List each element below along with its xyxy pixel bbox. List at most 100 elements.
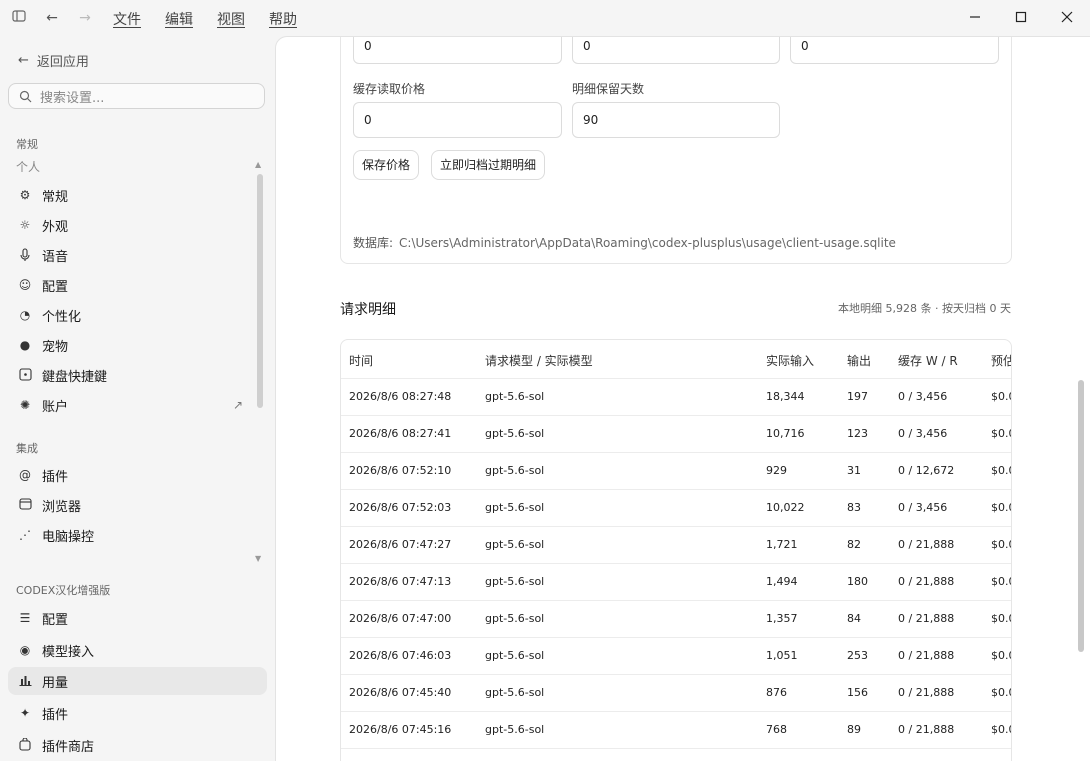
sidebar-item-plugins[interactable]: @ 插件 [8,461,267,489]
row-divider [341,378,1011,379]
cell-time: 2026/8/6 07:47:00 [349,612,452,625]
sidebar-toggle-icon[interactable] [10,9,28,27]
pet-icon: ● [19,338,31,352]
close-button[interactable] [1057,8,1077,28]
minimize-button[interactable] [965,8,985,28]
sidebar-item-general[interactable]: ⚙ 常规 [8,181,267,209]
sidebar-item-model-access[interactable]: ◉ 模型接入 [8,636,267,664]
scroll-down-icon[interactable]: ▼ [255,554,261,563]
store-icon [18,737,32,752]
sidebar-item-browser[interactable]: 浏览器 [8,491,267,519]
cell-output: 156 [847,686,868,699]
row-divider [341,711,1011,712]
column-header-cache: 缓存 W / R [898,354,958,368]
cell-output: 253 [847,649,868,662]
cell-output: 31 [847,464,861,477]
cell-input: 10,022 [766,501,805,514]
sidebar-item-label: 外观 [42,219,69,235]
cache-read-price-label: 缓存读取价格 [353,82,426,96]
cell-cache: 0 / 21,888 [898,538,955,551]
personalize-icon: ◔ [19,308,31,322]
cell-cache: 0 / 21,888 [898,723,955,736]
cell-model: gpt-5.6-sol [485,427,545,440]
sidebar-item-label: 插件 [42,469,69,485]
menu-view[interactable]: 视图 [217,9,245,29]
cell-model: gpt-5.6-sol [485,649,545,662]
gear-icon: ⚙ [19,188,31,202]
cell-cache: 0 / 21,888 [898,686,955,699]
cell-output: 180 [847,575,868,588]
sidebar-item-appearance[interactable]: ☼ 外观 [8,211,267,239]
back-arrow-icon[interactable]: ← [43,9,61,27]
forward-arrow-icon[interactable]: → [76,9,94,27]
cell-cache: 0 / 3,456 [898,427,948,440]
price-input-3[interactable]: 0 [790,37,999,64]
menu-edit[interactable]: 编辑 [165,9,193,29]
sidebar-item-voice[interactable]: 语音 [8,241,267,269]
sidebar-item-pet[interactable]: ● 宠物 [8,331,267,359]
scroll-up-icon[interactable]: ▲ [255,160,261,169]
sidebar-item-codex-config[interactable]: ☰ 配置 [8,604,267,632]
cell-cache: 0 / 21,888 [898,612,955,625]
cell-time: 2026/8/6 07:45:40 [349,686,452,699]
sidebar-item-plugin-store[interactable]: 插件商店 [8,731,267,759]
title-bar: ← → 文件 编辑 视图 帮助 [0,0,1090,36]
column-header-estimate: 预估 [991,354,1011,368]
cell-model: gpt-5.6-sol [485,686,545,699]
sidebar-item-usage[interactable]: 用量 [8,667,267,695]
settings-sidebar: ← 返回应用 搜索设置... 常规 个人 ▲ ▼ ⚙ 常规 ☼ 外观 语音 ☺ … [0,36,275,761]
back-to-app-link[interactable]: ← 返回应用 [18,51,89,70]
cell-model: gpt-5.6-sol [485,501,545,514]
request-details-meta: 本地明细 5,928 条 · 按天归档 0 天 [838,302,1011,315]
save-price-button[interactable]: 保存价格 [353,150,420,180]
archive-expired-button[interactable]: 立即归档过期明细 [431,150,546,180]
sidebar-item-label: 电脑操控 [42,529,95,545]
settings-search-input[interactable]: 搜索设置... [8,83,265,109]
sidebar-item-codex-plugins[interactable]: ✦ 插件 [8,699,267,727]
sidebar-item-label: 语音 [42,249,69,265]
sidebar-item-label: 账户 [42,399,69,415]
menu-file[interactable]: 文件 [113,9,141,29]
request-details-table: 时间 请求模型 / 实际模型 实际输入 输出 缓存 W / R 预估 2026/… [340,339,1012,761]
sidebar-item-label: 插件商店 [42,739,95,755]
price-input-2[interactable]: 0 [572,37,780,64]
sidebar-item-computer-control[interactable]: ⋰ 电脑操控 [8,521,267,549]
request-details-title: 请求明细 [340,302,396,318]
sidebar-item-keyboard[interactable]: 鍵盘快捷鍵 [8,361,267,389]
row-divider [341,489,1011,490]
maximize-button[interactable] [1011,8,1031,28]
sidebar-item-account[interactable]: ✺ 账户 ↗ [8,391,267,419]
sidebar-item-config[interactable]: ☺ 配置 [8,271,267,299]
cell-model: gpt-5.6-sol [485,723,545,736]
database-path: 数据库: C:\Users\Administrator\AppData\Roami… [353,234,896,251]
column-header-model: 请求模型 / 实际模型 [485,354,593,368]
sub-label-personal: 个人 [16,160,41,174]
arrow-left-icon: ← [18,53,29,68]
at-icon: @ [19,468,31,482]
column-header-time: 时间 [349,354,374,368]
retention-days-label: 明细保留天数 [572,82,645,96]
cell-model: gpt-5.6-sol [485,538,545,551]
database-path-value: C:\Users\Administrator\AppData\Roaming\c… [399,236,896,250]
cell-cache: 0 / 3,456 [898,390,948,403]
menu-help[interactable]: 帮助 [269,9,297,29]
cell-input: 10,716 [766,427,805,440]
price-input-1[interactable]: 0 [353,37,562,64]
sidebar-item-label: 个性化 [42,309,82,325]
row-divider [341,600,1011,601]
cell-estimate: $0.0 [991,538,1011,551]
cell-estimate: $0.0 [991,464,1011,477]
sidebar-item-label: 模型接入 [42,644,95,660]
cell-model: gpt-5.6-sol [485,575,545,588]
main-scrollbar[interactable] [1078,380,1084,652]
cache-read-price-input[interactable]: 0 [353,102,562,138]
row-divider [341,637,1011,638]
retention-days-input[interactable]: 90 [572,102,780,138]
cell-cache: 0 / 12,672 [898,464,955,477]
cell-input: 1,494 [766,575,798,588]
sun-icon: ☼ [19,218,31,232]
account-icon: ✺ [19,398,31,412]
cell-cache: 0 / 3,456 [898,501,948,514]
cell-input: 18,344 [766,390,805,403]
sidebar-item-personalize[interactable]: ◔ 个性化 [8,301,267,329]
